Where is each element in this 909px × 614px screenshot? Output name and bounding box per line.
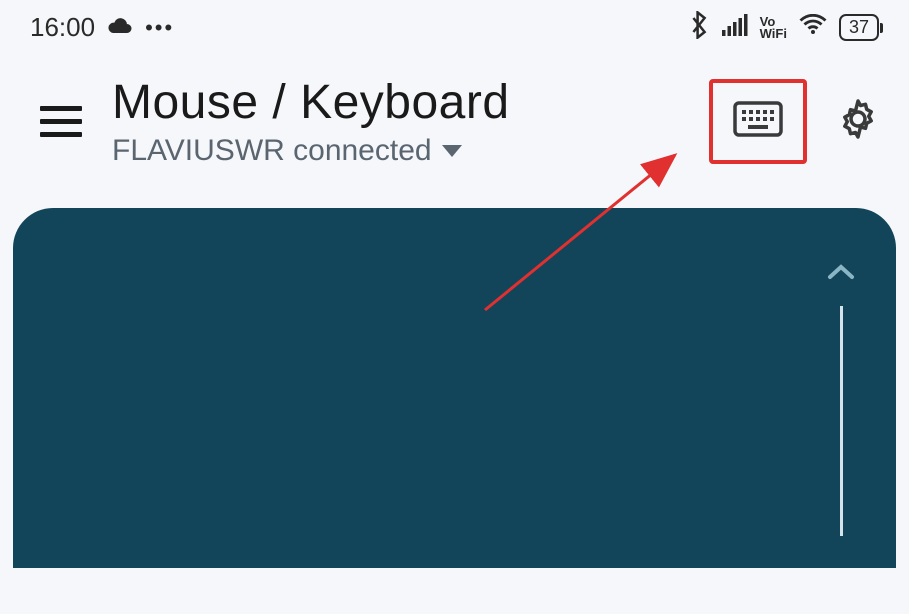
header-actions bbox=[709, 79, 879, 164]
status-bar: 16:00 ••• Vo WiFi 37 bbox=[0, 0, 909, 55]
keyboard-icon bbox=[733, 101, 783, 142]
header-text: Mouse / Keyboard FLAVIUSWR connected bbox=[112, 75, 679, 168]
status-right: Vo WiFi 37 bbox=[688, 11, 879, 44]
scroll-indicator[interactable] bbox=[826, 263, 856, 536]
cloud-icon bbox=[107, 12, 133, 43]
app-header: Mouse / Keyboard FLAVIUSWR connected bbox=[0, 55, 909, 208]
wifi-icon bbox=[799, 14, 827, 41]
clock-time: 16:00 bbox=[30, 12, 95, 43]
keyboard-button[interactable] bbox=[709, 79, 807, 164]
chevron-up-icon bbox=[826, 263, 856, 286]
gear-icon bbox=[837, 127, 879, 144]
connection-status: FLAVIUSWR connected bbox=[112, 134, 432, 168]
status-left: 16:00 ••• bbox=[30, 12, 174, 43]
vowifi-indicator: Vo WiFi bbox=[760, 16, 787, 40]
signal-icon bbox=[722, 14, 748, 41]
connection-dropdown[interactable]: FLAVIUSWR connected bbox=[112, 134, 679, 168]
page-title: Mouse / Keyboard bbox=[112, 75, 679, 130]
chevron-down-icon bbox=[442, 145, 462, 157]
more-icon: ••• bbox=[145, 15, 174, 41]
battery-indicator: 37 bbox=[839, 14, 879, 41]
settings-button[interactable] bbox=[837, 98, 879, 145]
menu-button[interactable] bbox=[40, 106, 82, 137]
scroll-track bbox=[840, 306, 843, 536]
bluetooth-icon bbox=[688, 11, 710, 44]
touchpad-area[interactable] bbox=[13, 208, 896, 568]
